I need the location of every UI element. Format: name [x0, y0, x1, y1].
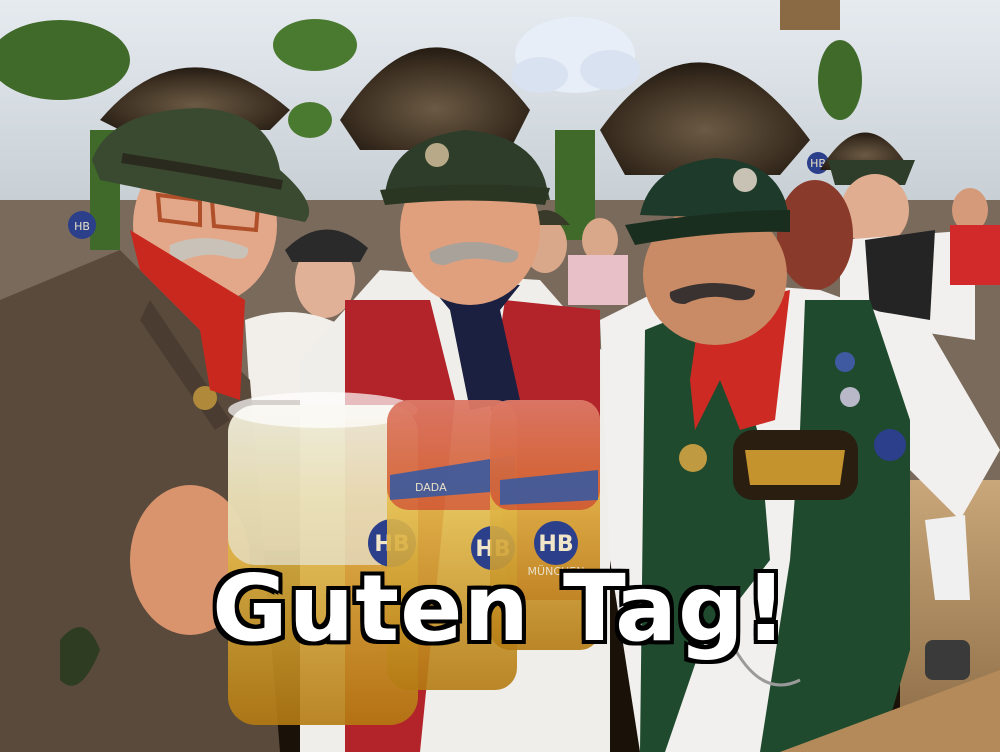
hop-garland — [273, 19, 357, 71]
medal — [874, 429, 906, 461]
medal — [835, 352, 855, 372]
meme-caption: Guten Tag! — [212, 555, 788, 662]
hop-garland — [818, 40, 862, 120]
hat-badge — [425, 143, 449, 167]
hb-sign: HB — [68, 211, 96, 239]
medal — [840, 387, 860, 407]
wooden-beam — [780, 0, 840, 30]
photo-scene: HB HB DADA HB MÜNCHEN Guten Tag! — [0, 0, 1000, 752]
hat-badge — [733, 168, 757, 192]
background-woman-redhair — [777, 180, 853, 290]
hop-garland — [288, 102, 332, 138]
medal — [679, 444, 707, 472]
svg-text:DADA: DADA — [415, 481, 447, 494]
svg-text:HB: HB — [538, 532, 573, 557]
svg-text:HB: HB — [74, 220, 90, 233]
